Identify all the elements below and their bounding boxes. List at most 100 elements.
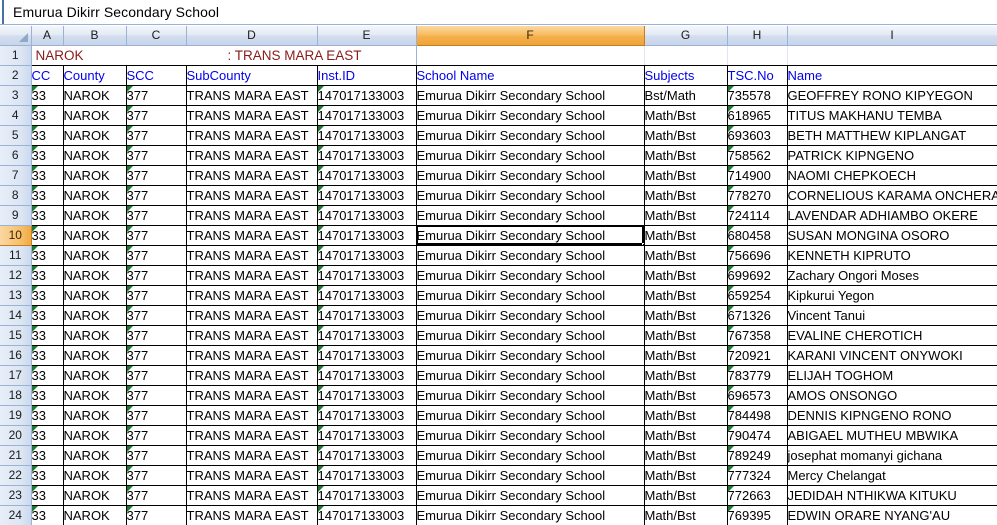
cell-school-name[interactable]: Emurua Dikirr Secondary School: [416, 405, 645, 426]
cell-inst-id[interactable]: 147017133003: [317, 405, 417, 426]
cell-scc[interactable]: 377: [126, 125, 187, 146]
cell-tsc-no[interactable]: 659254: [727, 285, 788, 306]
cell-scc[interactable]: 377: [126, 185, 187, 206]
cell-scc[interactable]: 377: [126, 225, 187, 246]
row-header-2[interactable]: 2: [0, 65, 32, 86]
cell-tsc-no[interactable]: 772663: [727, 485, 788, 506]
column-header-f[interactable]: F: [416, 26, 645, 46]
cell-school-name[interactable]: Emurua Dikirr Secondary School: [416, 105, 645, 126]
cell-cc[interactable]: 33: [31, 345, 64, 366]
cell-subjects[interactable]: Math/Bst: [644, 485, 728, 506]
row-header-15[interactable]: 15: [0, 325, 32, 346]
row-header-13[interactable]: 13: [0, 285, 32, 306]
column-header-c[interactable]: C: [126, 26, 187, 46]
cell-scc[interactable]: 377: [126, 505, 187, 525]
cell-teacher-name[interactable]: BETH MATTHEW KIPLANGAT: [787, 125, 997, 146]
cell-subcounty[interactable]: TRANS MARA EAST: [186, 85, 318, 106]
column-header-e[interactable]: E: [317, 26, 417, 46]
cell-subcounty[interactable]: TRANS MARA EAST: [186, 145, 318, 166]
cell-subjects[interactable]: Math/Bst: [644, 325, 728, 346]
cell-subcounty[interactable]: TRANS MARA EAST: [186, 445, 318, 466]
row-header-16[interactable]: 16: [0, 345, 32, 366]
cell-inst-id[interactable]: 147017133003: [317, 345, 417, 366]
table-row[interactable]: 20 33 NAROK 377 TRANS MARA EAST 147017133003 E…: [0, 425, 997, 446]
cell-subcounty[interactable]: TRANS MARA EAST: [186, 225, 318, 246]
cell-tsc-no[interactable]: 767358: [727, 325, 788, 346]
cell-scc[interactable]: 377: [126, 105, 187, 126]
cell-tsc-no[interactable]: 693603: [727, 125, 788, 146]
row-header-19[interactable]: 19: [0, 405, 32, 426]
active-cell-f10[interactable]: Emurua Dikirr Secondary School: [416, 225, 645, 246]
cell-cc[interactable]: 33: [31, 225, 64, 246]
cell-school-name[interactable]: Emurua Dikirr Secondary School: [416, 185, 645, 206]
cell-subjects[interactable]: Math/Bst: [644, 165, 728, 186]
cell-subcounty[interactable]: TRANS MARA EAST: [186, 185, 318, 206]
field-header-scc[interactable]: SCC: [126, 65, 187, 86]
cell-scc[interactable]: 377: [126, 165, 187, 186]
cell-inst-id[interactable]: 147017133003: [317, 125, 417, 146]
cell-county[interactable]: NAROK: [63, 85, 127, 106]
cell-cc[interactable]: 33: [31, 145, 64, 166]
cell-county[interactable]: NAROK: [63, 425, 127, 446]
cell-inst-id[interactable]: 147017133003: [317, 285, 417, 306]
cell-county[interactable]: NAROK: [63, 405, 127, 426]
cell-teacher-name[interactable]: PATRICK KIPNGENO: [787, 145, 997, 166]
row-header-7[interactable]: 7: [0, 165, 32, 186]
cell-county[interactable]: NAROK: [63, 345, 127, 366]
cell-cc[interactable]: 33: [31, 445, 64, 466]
cell-teacher-name[interactable]: DENNIS KIPNGENO RONO: [787, 405, 997, 426]
cell-cc[interactable]: 33: [31, 325, 64, 346]
cell-county[interactable]: NAROK: [63, 465, 127, 486]
table-row[interactable]: 7 33 NAROK 377 TRANS MARA EAST 147017133003 Em…: [0, 165, 997, 186]
cell-county[interactable]: NAROK: [63, 165, 127, 186]
title-row-blank-cell[interactable]: [644, 45, 728, 66]
table-row[interactable]: 17 33 NAROK 377 TRANS MARA EAST 147017133003 E…: [0, 365, 997, 386]
cell-subjects[interactable]: Math/Bst: [644, 245, 728, 266]
sheet-title-cell[interactable]: NAROK: TRANS MARA EAST: [31, 45, 417, 66]
table-row[interactable]: 13 33 NAROK 377 TRANS MARA EAST 147017133003 E…: [0, 285, 997, 306]
cell-tsc-no[interactable]: 735578: [727, 85, 788, 106]
cell-inst-id[interactable]: 147017133003: [317, 365, 417, 386]
cell-tsc-no[interactable]: 724114: [727, 205, 788, 226]
cell-school-name[interactable]: Emurua Dikirr Secondary School: [416, 145, 645, 166]
cell-tsc-no[interactable]: 618965: [727, 105, 788, 126]
cell-inst-id[interactable]: 147017133003: [317, 445, 417, 466]
cell-tsc-no[interactable]: 758562: [727, 145, 788, 166]
cell-inst-id[interactable]: 147017133003: [317, 265, 417, 286]
cell-subjects[interactable]: Math/Bst: [644, 365, 728, 386]
cell-tsc-no[interactable]: 680458: [727, 225, 788, 246]
cell-school-name[interactable]: Emurua Dikirr Secondary School: [416, 245, 645, 266]
cell-scc[interactable]: 377: [126, 365, 187, 386]
row-header-11[interactable]: 11: [0, 245, 32, 266]
cell-county[interactable]: NAROK: [63, 105, 127, 126]
cell-inst-id[interactable]: 147017133003: [317, 245, 417, 266]
table-row[interactable]: 6 33 NAROK 377 TRANS MARA EAST 147017133003 Em…: [0, 145, 997, 166]
table-row[interactable]: 12 33 NAROK 377 TRANS MARA EAST 147017133003 E…: [0, 265, 997, 286]
cell-county[interactable]: NAROK: [63, 145, 127, 166]
table-row[interactable]: 14 33 NAROK 377 TRANS MARA EAST 147017133003 E…: [0, 305, 997, 326]
cell-subcounty[interactable]: TRANS MARA EAST: [186, 505, 318, 525]
cell-subcounty[interactable]: TRANS MARA EAST: [186, 125, 318, 146]
cell-county[interactable]: NAROK: [63, 325, 127, 346]
cell-county[interactable]: NAROK: [63, 485, 127, 506]
cell-teacher-name[interactable]: KARANI VINCENT ONYWOKI: [787, 345, 997, 366]
cell-cc[interactable]: 33: [31, 265, 64, 286]
cell-subcounty[interactable]: TRANS MARA EAST: [186, 205, 318, 226]
field-header-county[interactable]: County: [63, 65, 127, 86]
cell-tsc-no[interactable]: 778270: [727, 185, 788, 206]
cell-cc[interactable]: 33: [31, 165, 64, 186]
cell-inst-id[interactable]: 147017133003: [317, 465, 417, 486]
cell-subjects[interactable]: Bst/Math: [644, 85, 728, 106]
cell-school-name[interactable]: Emurua Dikirr Secondary School: [416, 165, 645, 186]
cell-county[interactable]: NAROK: [63, 505, 127, 525]
cell-tsc-no[interactable]: 714900: [727, 165, 788, 186]
cell-subjects[interactable]: Math/Bst: [644, 385, 728, 406]
cell-scc[interactable]: 377: [126, 205, 187, 226]
cell-county[interactable]: NAROK: [63, 385, 127, 406]
cell-cc[interactable]: 33: [31, 245, 64, 266]
cell-subcounty[interactable]: TRANS MARA EAST: [186, 405, 318, 426]
cell-teacher-name[interactable]: josephat momanyi gichana: [787, 445, 997, 466]
field-header-name[interactable]: Name: [787, 65, 997, 86]
cell-scc[interactable]: 377: [126, 145, 187, 166]
table-row[interactable]: 5 33 NAROK 377 TRANS MARA EAST 147017133003 Em…: [0, 125, 997, 146]
